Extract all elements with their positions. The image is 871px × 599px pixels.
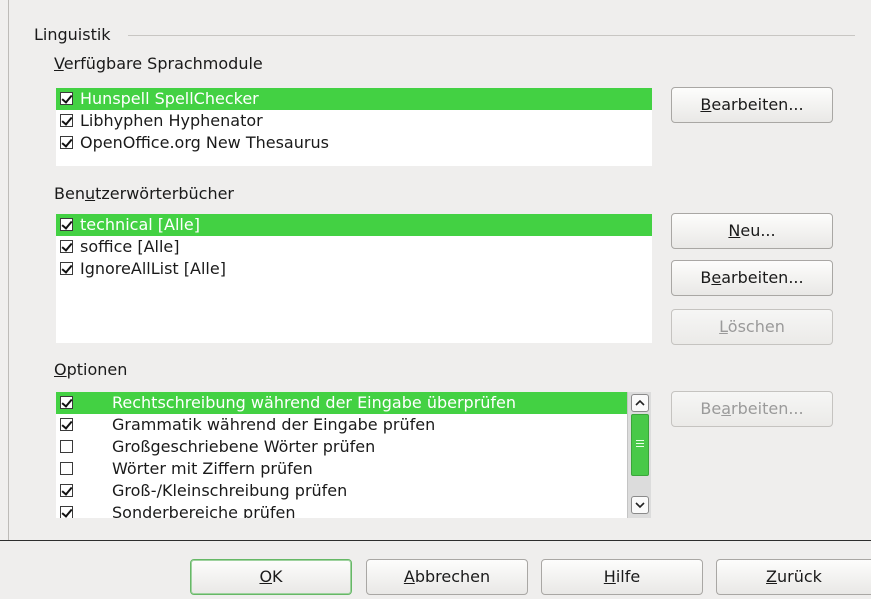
- list-item-label: soffice [Alle]: [80, 237, 180, 256]
- checkbox[interactable]: [60, 440, 73, 453]
- modules-list[interactable]: Hunspell SpellChecker Libhyphen Hyphenat…: [56, 88, 652, 166]
- list-item-label: Hunspell SpellChecker: [80, 89, 259, 108]
- list-item-option[interactable]: Sonderbereiche prüfen: [56, 502, 627, 518]
- modules-label: Verfügbare Sprachmodule: [54, 54, 263, 73]
- list-item-label: Sonderbereiche prüfen: [112, 503, 296, 518]
- list-item-option[interactable]: Grammatik während der Eingabe prüfen: [56, 414, 627, 436]
- list-item-label: Libhyphen Hyphenator: [80, 111, 263, 130]
- list-item-label: OpenOffice.org New Thesaurus: [80, 133, 329, 152]
- list-item-dictionary[interactable]: soffice [Alle]: [56, 236, 652, 258]
- list-item-label: Groß-/Kleinschreibung prüfen: [112, 481, 348, 500]
- checkbox[interactable]: [60, 462, 73, 475]
- checkbox[interactable]: [60, 262, 73, 275]
- checkbox[interactable]: [60, 114, 73, 127]
- list-item-label: Großgeschriebene Wörter prüfen: [112, 437, 376, 456]
- back-button[interactable]: Zurück: [716, 559, 871, 595]
- list-item-option[interactable]: Wörter mit Ziffern prüfen: [56, 458, 627, 480]
- cancel-button[interactable]: Abbrechen: [366, 559, 528, 595]
- group-title-linguistik: Linguistik: [34, 25, 111, 44]
- dictionary-new-button[interactable]: Neu...: [671, 213, 833, 249]
- list-item-dictionary[interactable]: IgnoreAllList [Alle]: [56, 258, 652, 280]
- list-item-module[interactable]: OpenOffice.org New Thesaurus: [56, 132, 652, 154]
- list-item-dictionary[interactable]: technical [Alle]: [56, 214, 652, 236]
- list-item-option[interactable]: Großgeschriebene Wörter prüfen: [56, 436, 627, 458]
- checkbox[interactable]: [60, 418, 73, 431]
- group-separator: [128, 35, 855, 36]
- checkbox[interactable]: [60, 218, 73, 231]
- dictionary-delete-button[interactable]: Löschen: [671, 309, 833, 345]
- list-item-label: Grammatik während der Eingabe prüfen: [112, 415, 436, 434]
- scroll-down-icon[interactable]: [631, 496, 649, 514]
- checkbox[interactable]: [60, 240, 73, 253]
- scroll-up-icon[interactable]: [631, 394, 649, 412]
- checkbox[interactable]: [60, 484, 73, 497]
- dictionaries-label: Benutzerwörterbücher: [54, 184, 235, 203]
- modules-edit-button[interactable]: Bearbeiten...: [671, 87, 833, 123]
- checkbox[interactable]: [60, 506, 73, 518]
- options-list[interactable]: Rechtschreibung während der Eingabe über…: [56, 392, 627, 518]
- list-item-module[interactable]: Libhyphen Hyphenator: [56, 110, 652, 132]
- checkbox[interactable]: [60, 92, 73, 105]
- list-item-option[interactable]: Rechtschreibung während der Eingabe über…: [56, 392, 627, 414]
- options-label: Optionen: [54, 360, 128, 379]
- scrollbar-thumb[interactable]: [631, 414, 649, 476]
- list-item-label: Wörter mit Ziffern prüfen: [112, 459, 313, 478]
- list-item-module[interactable]: Hunspell SpellChecker: [56, 88, 652, 110]
- list-item-option[interactable]: Groß-/Kleinschreibung prüfen: [56, 480, 627, 502]
- dictionaries-list[interactable]: technical [Alle] soffice [Alle] IgnoreAl…: [56, 214, 652, 343]
- options-scrollbar[interactable]: [627, 392, 651, 518]
- checkbox[interactable]: [60, 136, 73, 149]
- list-item-label: Rechtschreibung während der Eingabe über…: [112, 393, 517, 412]
- options-edit-button[interactable]: Bearbeiten...: [671, 391, 833, 427]
- checkbox[interactable]: [60, 396, 73, 409]
- help-button[interactable]: Hilfe: [541, 559, 703, 595]
- dictionary-edit-button[interactable]: Bearbeiten...: [671, 260, 833, 296]
- list-item-label: technical [Alle]: [80, 215, 200, 234]
- panel-left-border: [8, 0, 9, 540]
- list-item-label: IgnoreAllList [Alle]: [80, 259, 226, 278]
- ok-button[interactable]: OK: [190, 559, 352, 595]
